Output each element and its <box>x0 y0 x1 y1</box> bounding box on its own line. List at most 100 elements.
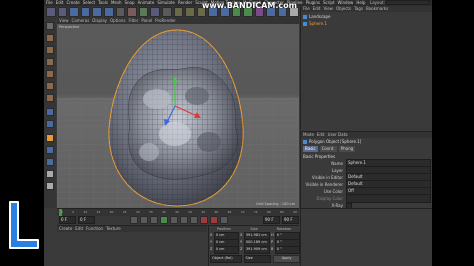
menu-simulate[interactable]: Simulate <box>157 1 175 5</box>
attr-menu-edit[interactable]: Edit <box>317 133 325 137</box>
size-z-field[interactable]: 391.909 cm <box>243 246 270 254</box>
menu-select[interactable]: Select <box>83 1 95 5</box>
coord-axis-label: Z <box>240 247 243 252</box>
object-row-selected[interactable]: Sphere.1 <box>303 21 431 27</box>
viewport-menu-panel[interactable]: Panel <box>141 19 152 23</box>
layout-dropdown[interactable] <box>386 0 430 5</box>
om-menu-file[interactable]: File <box>303 7 310 11</box>
make-editable-icon[interactable] <box>46 22 54 30</box>
object-row[interactable]: Landscape <box>303 14 431 20</box>
menu-plugins[interactable]: Plugins <box>306 1 320 5</box>
keyframe-selection-icon[interactable] <box>220 216 228 224</box>
y-axis-icon[interactable] <box>138 7 149 17</box>
timeline-tick: 60 <box>214 210 219 214</box>
viewport-menu-view[interactable]: View <box>59 19 69 23</box>
live-selection-icon[interactable] <box>69 7 79 17</box>
om-menu-edit[interactable]: Edit <box>313 7 321 11</box>
timeline-tick: 5 <box>72 210 75 214</box>
locked-workplane-icon[interactable] <box>46 146 54 154</box>
tab-phong[interactable]: Phong <box>338 146 356 152</box>
points-mode-icon[interactable] <box>46 70 54 78</box>
render-picture-viewer-icon[interactable] <box>185 7 195 17</box>
apply-button[interactable]: Apply <box>273 254 300 263</box>
tweak-icon[interactable] <box>46 120 54 128</box>
preview-end-field[interactable]: 90 F <box>282 216 299 224</box>
play-icon[interactable] <box>160 216 168 224</box>
menu-snap[interactable]: Snap <box>124 1 134 5</box>
attr-label: Visible in Renderer <box>305 181 343 187</box>
render-view-icon[interactable] <box>173 7 184 17</box>
attr-menu-mode[interactable]: Mode <box>303 133 314 137</box>
next-frame-icon[interactable] <box>170 216 178 224</box>
viewport-menu-cameras[interactable]: Cameras <box>72 19 90 23</box>
attr-label: Display Color <box>316 195 343 201</box>
attr-menu-user-data[interactable]: User Data <box>328 133 348 137</box>
viewport-3d[interactable]: Perspective Grid Spacing : 100 cm <box>57 24 299 208</box>
om-menu-view[interactable]: View <box>323 7 333 11</box>
menu-window[interactable]: Window <box>338 1 354 5</box>
timeline-tick: 80 <box>266 210 271 214</box>
viewport-scene <box>57 29 299 208</box>
menu-mesh[interactable]: Mesh <box>111 1 122 5</box>
menu-script[interactable]: Script <box>323 1 335 5</box>
om-menu-objects[interactable]: Objects <box>336 7 351 11</box>
mat-menu-create[interactable]: Create <box>59 227 72 231</box>
recent-tools-icon[interactable] <box>115 7 126 17</box>
rotation-b-field[interactable]: 0 ° <box>274 246 301 254</box>
position-z-field[interactable]: 0 cm <box>213 246 240 254</box>
timeline-tick: 50 <box>188 210 193 214</box>
z-axis-icon[interactable] <box>150 7 160 17</box>
menu-help[interactable]: Help <box>356 1 365 5</box>
size-mode-select[interactable]: Size <box>243 254 272 263</box>
menu-animate[interactable]: Animate <box>138 1 155 5</box>
texture-mode-icon[interactable] <box>46 46 54 54</box>
undo-icon[interactable] <box>46 7 56 17</box>
redo-icon[interactable] <box>57 7 68 17</box>
rotate-icon[interactable] <box>103 7 114 17</box>
record-icon[interactable] <box>200 216 208 224</box>
autokey-icon[interactable] <box>210 216 218 224</box>
coord-header-size: Size <box>250 226 258 231</box>
planar-workplane-icon[interactable] <box>46 158 54 166</box>
end-frame-field[interactable]: 90 F <box>263 216 280 224</box>
viewport-menu-display[interactable]: Display <box>92 19 107 23</box>
snap-icon[interactable] <box>46 134 54 142</box>
viewport-menu-options[interactable]: Options <box>110 19 125 23</box>
material-menu: Create Edit Function Texture <box>57 226 207 232</box>
polygons-mode-icon[interactable] <box>46 94 54 102</box>
x-axis-icon[interactable] <box>127 7 137 17</box>
solo-off-icon[interactable] <box>46 182 54 190</box>
model-mode-icon[interactable] <box>46 34 54 42</box>
menu-tools[interactable]: Tools <box>98 1 108 5</box>
enable-axis-icon[interactable] <box>46 108 54 116</box>
mat-menu-function[interactable]: Function <box>86 227 103 231</box>
landscape-object-icon <box>303 15 307 19</box>
previous-key-icon[interactable] <box>140 216 148 224</box>
menu-edit[interactable]: Edit <box>56 1 64 5</box>
solo-icon[interactable] <box>46 170 54 178</box>
tab-coord[interactable]: Coord. <box>319 146 337 152</box>
tab-basic[interactable]: Basic <box>303 146 318 152</box>
start-frame-field[interactable]: 0 F <box>59 216 76 224</box>
om-menu-tags[interactable]: Tags <box>354 7 363 11</box>
timeline[interactable]: 0 5 10 15 20 25 30 35 40 45 50 55 60 65 … <box>57 208 299 217</box>
coordinate-mode-select[interactable]: Object (Rel) <box>210 254 242 263</box>
workplane-icon[interactable] <box>46 58 54 66</box>
go-to-end-icon[interactable] <box>190 216 198 224</box>
scale-icon[interactable] <box>92 7 102 17</box>
next-key-icon[interactable] <box>180 216 188 224</box>
menu-render[interactable]: Render <box>178 1 192 5</box>
current-frame-field[interactable]: 0 F <box>78 216 95 224</box>
edges-mode-icon[interactable] <box>46 82 54 90</box>
menu-file[interactable]: File <box>46 1 53 5</box>
coordinate-system-icon[interactable] <box>161 7 172 17</box>
previous-frame-icon[interactable] <box>150 216 158 224</box>
move-icon[interactable] <box>80 7 91 17</box>
menu-create[interactable]: Create <box>66 1 79 5</box>
mat-menu-texture[interactable]: Texture <box>106 227 121 231</box>
go-to-start-icon[interactable] <box>130 216 138 224</box>
viewport-menu-prorender[interactable]: ProRender <box>155 19 176 23</box>
viewport-menu-filter[interactable]: Filter <box>128 19 138 23</box>
om-menu-bookmarks[interactable]: Bookmarks <box>366 7 388 11</box>
mat-menu-edit[interactable]: Edit <box>75 227 83 231</box>
